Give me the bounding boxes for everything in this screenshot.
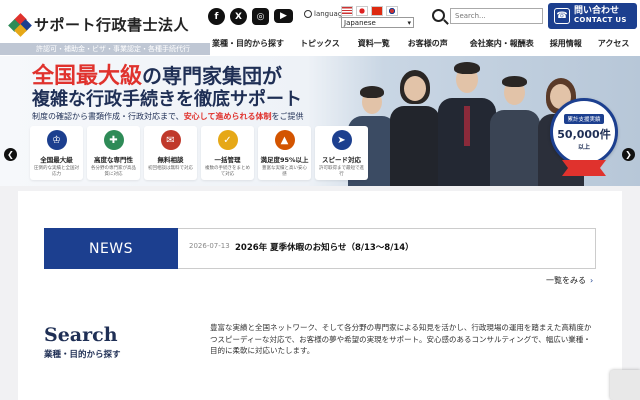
feature-desc: 複数の手続きをまとめて対応 [205,166,250,177]
contact-label-en: CONTACT US [574,16,627,25]
feature-title: 一括管理 [214,156,241,164]
feature-card: ➤ スピード対応 許可取得まで最短で進行 [315,126,368,180]
staff-person [438,58,496,186]
hero-scroll-text: 許認可・補助金・ビザ・事業認定・各種手続代行 [0,43,210,55]
search-section-heading: Search [44,324,118,346]
feature-card: ✓ 一括管理 複数の手続きをまとめて対応 [201,126,254,180]
hero-headline-2: 複雑な行政手続きを徹底サポート [32,89,302,110]
flag-us-icon[interactable] [341,6,353,16]
youtube-icon[interactable]: ▶ [274,9,293,23]
feature-desc: 各分野の専門家が高品質に対応 [91,166,136,177]
feature-title: 無料相談 [157,156,184,164]
sns-links: f X ◎ ▶ [208,8,293,25]
badge-top-label: 累計支援実績 [564,113,604,124]
hero-subtext-highlight: 安心して進められる体制 [183,112,272,121]
feature-desc: 圧倒的な実績と全国対応力 [34,166,79,177]
instagram-icon[interactable]: ◎ [252,8,269,25]
news-more-link[interactable]: 一覧をみる › [546,275,593,286]
feature-title: 全国最大級 [40,156,73,164]
badge-bottom-label: 以上 [577,143,590,151]
feature-title: スピード対応 [322,156,361,164]
mail-icon: ✉ [160,130,181,150]
carousel-prev-button[interactable]: ❮ [4,148,17,161]
feature-card: ✉ 無料相談 初回相談は無料で対応 [144,126,197,180]
hero-subtext: 制度の確認から書類作成・行政対応まで、安心して進められる体制をご提供 [32,111,303,122]
logo-text: サポート行政書士法人 [34,16,190,34]
x-icon[interactable]: X [230,8,247,25]
hero-subtext-pre: 制度の確認から書類作成・行政対応まで、 [32,112,184,121]
language-selected: Japanese [344,18,376,27]
search-section-subheading: 業種・目的から探す [44,350,121,360]
nav-item-recruit[interactable]: 採用情報 [550,38,582,49]
chevron-right-icon: › [590,276,594,285]
news-box: NEWS 2026-07-13 2026年 夏季休暇のお知らせ（8/13〜8/1… [44,228,596,269]
nav-item-voices[interactable]: お客様の声 [408,38,448,49]
nav-item-topics[interactable]: トピックス [300,38,340,49]
check-icon: ✓ [217,130,238,150]
feature-title: 高度な専門性 [94,156,133,164]
site-logo[interactable]: サポート行政書士法人 [8,12,190,37]
flag-kr-icon[interactable] [386,6,398,16]
flag-jp-icon[interactable] [356,6,368,16]
contact-button[interactable]: ☎ 問い合わせ CONTACT US [548,3,637,29]
feature-desc: 初回相談は無料で対応 [148,166,193,171]
search-input[interactable] [450,8,543,24]
news-label: NEWS [44,228,178,269]
feature-cards: ♔ 全国最大級 圧倒的な実績と全国対応力 ✚ 高度な専門性 各分野の専門家が高品… [30,126,368,180]
flag-cn-icon[interactable] [371,6,383,16]
expert-icon: ✚ [103,130,124,150]
carousel-next-button[interactable]: ❯ [622,148,635,161]
nav-item-company[interactable]: 会社案内・報酬表 [470,38,534,49]
badge-number: 50,000件 [557,127,611,141]
staff-person [390,66,440,186]
badge-ribbon-icon [562,160,606,176]
feature-desc: 豊富な実績と高い安心感 [262,166,307,177]
search-section-description: 豊富な実績と全国ネットワーク、そして各分野の専門家による知見を活かし、行政現場の… [210,323,592,356]
hero-banner: 全国最大級の専門家集団が 複雑な行政手続きを徹底サポート 制度の確認から書類作成… [0,56,640,186]
feature-card: ✚ 高度な専門性 各分野の専門家が高品質に対応 [87,126,140,180]
language-flags [341,6,398,16]
feature-desc: 許可取得まで最短で進行 [319,166,364,177]
hero-subtext-post: をご提供 [271,112,304,121]
staff-person [490,70,540,186]
runner-icon: ➤ [331,130,352,150]
main-nav: 業種・目的から探す トピックス 資料一覧 お客様の声 会社案内・報酬表 採用情報… [212,38,629,49]
news-date: 2026-07-13 [189,242,230,250]
search-icon[interactable] [432,9,445,22]
recaptcha-badge-icon[interactable] [610,370,640,400]
nav-item-access[interactable]: アクセス [598,38,630,49]
globe-icon [304,10,312,18]
crown-icon: ♔ [46,130,67,150]
feature-card: ▲ 満足度95%以上 豊富な実績と高い安心感 [258,126,311,180]
nav-item-search[interactable]: 業種・目的から探す [212,38,284,49]
phone-icon: ☎ [554,8,570,24]
chevron-down-icon: ▾ [407,18,411,27]
news-title-link[interactable]: 2026年 夏季休暇のお知らせ（8/13〜8/14） [235,241,414,253]
feature-title: 満足度95%以上 [260,156,309,164]
feature-card: ♔ 全国最大級 圧倒的な実績と全国対応力 [30,126,83,180]
thumbs-up-icon: ▲ [274,130,295,150]
main-content: NEWS 2026-07-13 2026年 夏季休暇のお知らせ（8/13〜8/1… [18,191,622,400]
logo-mark-icon [8,12,32,37]
nav-item-documents[interactable]: 資料一覧 [358,38,390,49]
news-more-label: 一覧をみる [546,276,586,285]
facebook-icon[interactable]: f [208,8,225,25]
achievement-badge: 累計支援実績 50,000件 以上 [550,98,618,166]
language-select[interactable]: Japanese ▾ [341,17,414,28]
